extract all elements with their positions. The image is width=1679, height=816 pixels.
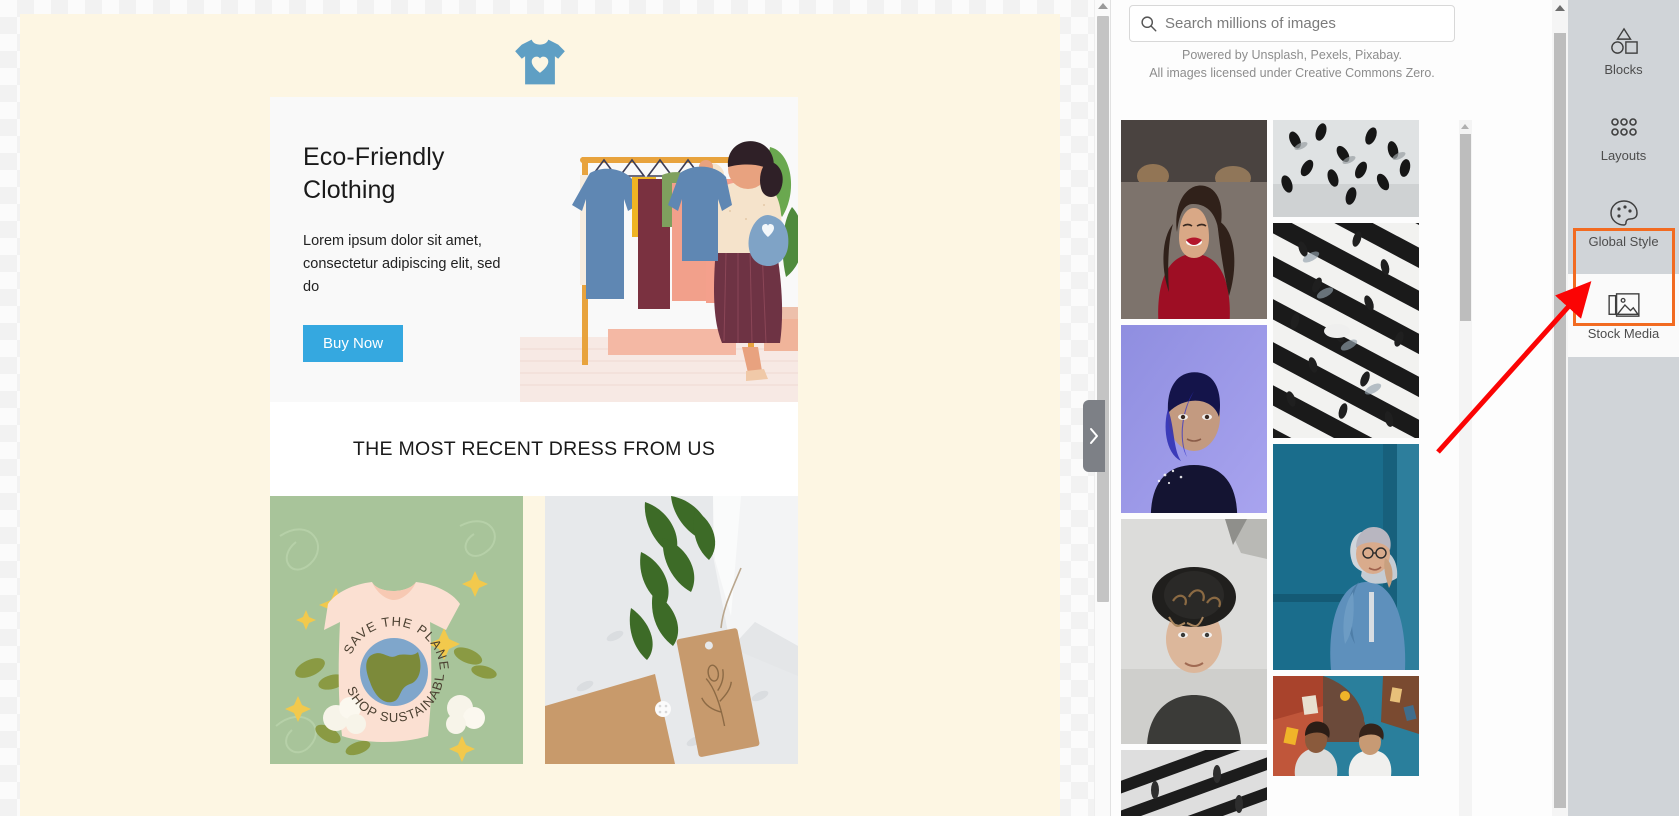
stock-image-friends-in-front-of-mural[interactable] <box>1273 676 1419 776</box>
stock-search-box[interactable] <box>1129 5 1455 42</box>
toolbar-label-global-style: Global Style <box>1588 233 1659 249</box>
tshirt-heart-logo-icon <box>515 39 565 85</box>
hero-title: Eco-Friendly Clothing <box>303 141 520 207</box>
crosswalk-icon <box>1273 223 1419 438</box>
stock-image-street-scene-partial[interactable] <box>1121 749 1267 816</box>
toolbar-item-global-style[interactable]: Global Style <box>1568 184 1679 262</box>
toolbar-label-blocks: Blocks <box>1604 61 1643 77</box>
save-the-planet-tshirt-icon: SAVE THE PLANET SHOP SUSTAINABLE <box>270 496 523 764</box>
email-logo-row[interactable] <box>20 38 1060 86</box>
palette-icon <box>1609 198 1639 228</box>
shirt-hangtag-photo-icon <box>545 496 798 764</box>
results-column-right <box>1273 120 1419 816</box>
product-image-2[interactable] <box>545 496 798 764</box>
product-row: SAVE THE PLANET SHOP SUSTAINABLE <box>270 496 798 816</box>
editor-root: Eco-Friendly Clothing Lorem ipsum dolor … <box>0 0 1679 816</box>
toolbar-item-stock-media[interactable]: Stock Media <box>1568 274 1679 357</box>
hero-illustration <box>520 97 798 402</box>
hero-body-text: Lorem ipsum dolor sit amet, consectetur … <box>303 233 501 295</box>
stock-image-aerial-zebra-crossing[interactable] <box>1273 223 1419 438</box>
search-icon <box>1141 16 1157 32</box>
panel-scroll-thumb[interactable] <box>1554 33 1566 808</box>
hero-title-line2: Clothing <box>303 176 396 204</box>
results-column-left <box>1121 120 1267 816</box>
toolbar-item-layouts[interactable]: Layouts <box>1568 98 1679 176</box>
stock-results-grid[interactable] <box>1121 120 1459 816</box>
toolbar-label-layouts: Layouts <box>1600 147 1647 163</box>
results-scroll-up-arrow-icon[interactable] <box>1461 124 1469 129</box>
denim-blue-icon <box>1273 444 1419 670</box>
panel-collapse-handle[interactable] <box>1083 400 1105 472</box>
powered-by-note: Powered by Unsplash, Pexels, Pixabay. Al… <box>1111 46 1473 82</box>
layouts-icon <box>1610 112 1638 142</box>
powered-line-1: Powered by Unsplash, Pexels, Pixabay. <box>1181 48 1403 62</box>
stock-image-woman-denim-jacket-blue-wall[interactable] <box>1273 444 1419 670</box>
search-input[interactable] <box>1165 15 1444 32</box>
results-scroll-thumb[interactable] <box>1460 134 1471 321</box>
hero-card[interactable]: Eco-Friendly Clothing Lorem ipsum dolor … <box>270 97 798 402</box>
street-bw-icon <box>1121 749 1267 816</box>
email-canvas[interactable]: Eco-Friendly Clothing Lorem ipsum dolor … <box>0 0 1110 816</box>
stock-image-smiling-woman-in-red-top[interactable] <box>1121 120 1267 320</box>
portrait-red-icon <box>1121 120 1267 320</box>
buy-now-button[interactable]: Buy Now <box>303 325 404 362</box>
clothing-rack-illustration-icon <box>520 97 798 402</box>
blocks-icon <box>1608 26 1640 56</box>
scroll-up-arrow-icon[interactable] <box>1098 3 1108 9</box>
results-scrollbar[interactable] <box>1459 120 1472 816</box>
stock-image-young-man-with-black-hat[interactable] <box>1121 519 1267 744</box>
panel-scroll-up-arrow-icon[interactable] <box>1555 5 1565 11</box>
stock-image-aerial-crowd-on-pavement[interactable] <box>1273 120 1419 217</box>
toolbar-label-stock-media: Stock Media <box>1587 326 1660 341</box>
stock-image-portrait-blue-purple-light[interactable] <box>1121 325 1267 514</box>
hero-text-block: Eco-Friendly Clothing Lorem ipsum dolor … <box>270 97 520 402</box>
section-title: THE MOST RECENT DRESS FROM US <box>352 437 716 460</box>
section-title-band[interactable]: THE MOST RECENT DRESS FROM US <box>270 402 798 496</box>
stock-media-panel: Powered by Unsplash, Pexels, Pixabay. Al… <box>1110 0 1568 816</box>
aerial-crowd-icon <box>1273 120 1419 217</box>
product-image-1[interactable]: SAVE THE PLANET SHOP SUSTAINABLE <box>270 496 523 764</box>
right-toolbar: Blocks Layouts Global Style Stock Media <box>1568 0 1679 816</box>
toolbar-item-blocks[interactable]: Blocks <box>1568 12 1679 90</box>
panel-scrollbar[interactable] <box>1552 0 1568 816</box>
portrait-bw-icon <box>1121 519 1267 744</box>
stock-media-icon <box>1607 290 1640 320</box>
hero-title-line1: Eco-Friendly <box>303 143 445 171</box>
email-body[interactable]: Eco-Friendly Clothing Lorem ipsum dolor … <box>20 14 1060 816</box>
mural-icon <box>1273 676 1419 776</box>
canvas-scroll-thumb[interactable] <box>1097 16 1109 602</box>
chevron-right-icon <box>1089 428 1098 444</box>
powered-line-2: All images licensed under Creative Commo… <box>1149 66 1435 80</box>
portrait-blue-icon <box>1121 325 1267 514</box>
